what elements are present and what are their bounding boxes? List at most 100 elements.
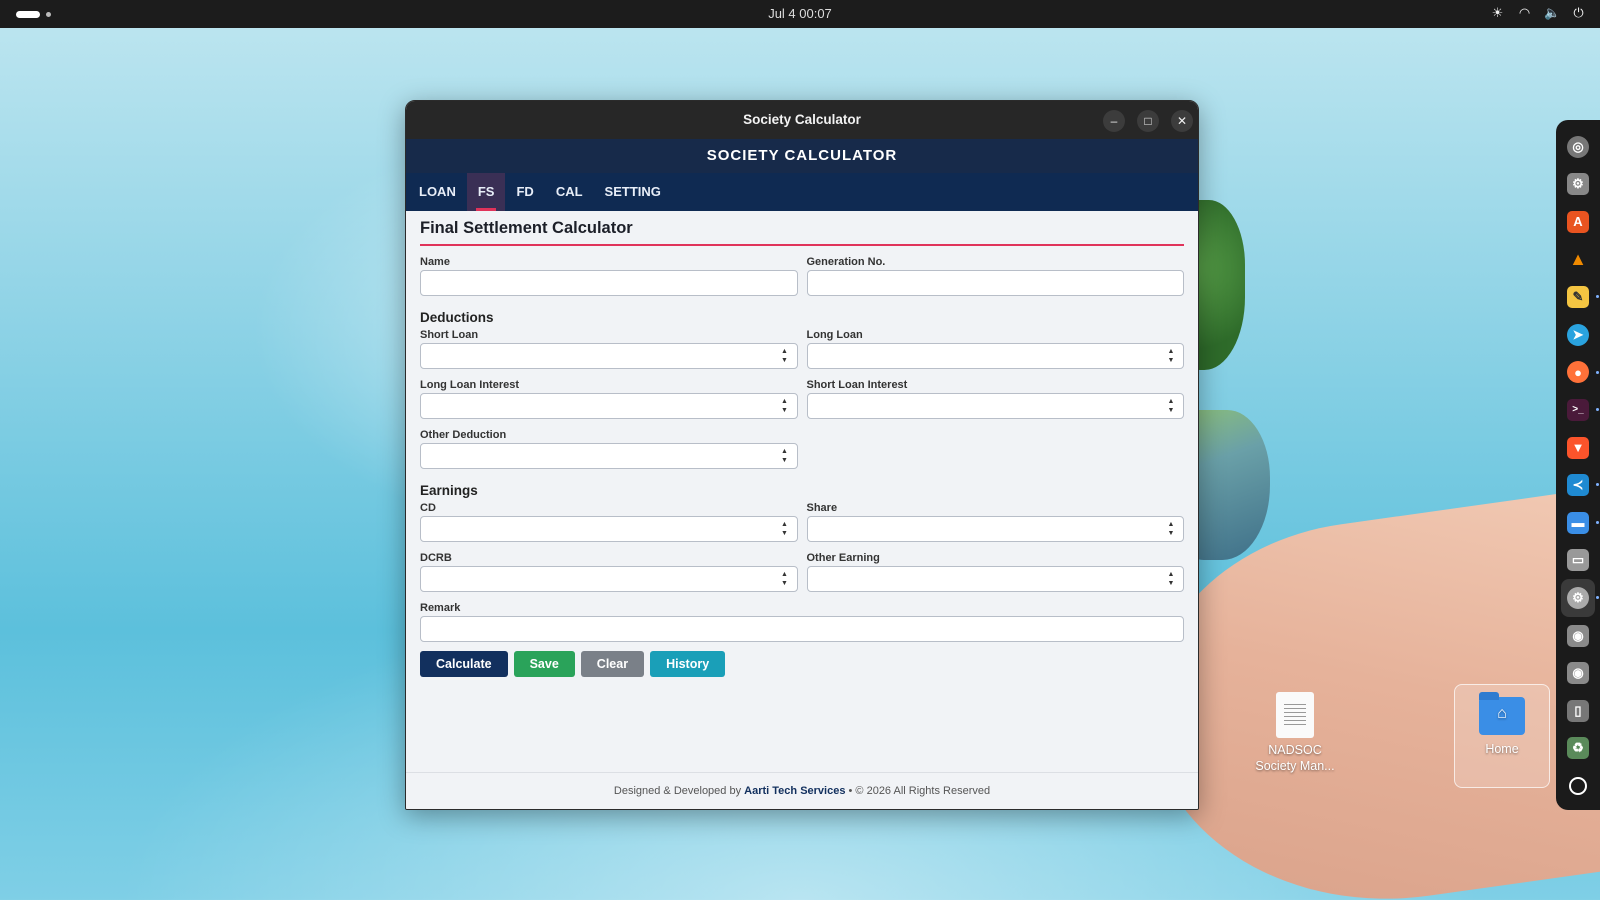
- dock-vlc[interactable]: ▲: [1561, 241, 1595, 279]
- tab-loan[interactable]: LOAN: [408, 173, 467, 211]
- other-earning-field[interactable]: ▲ ▼: [806, 566, 1184, 592]
- running-indicator: [1596, 408, 1599, 412]
- row-other-deduction: Other Deduction ▲ ▼: [420, 419, 1184, 469]
- tab-setting[interactable]: SETTING: [594, 173, 672, 211]
- row-dcrb-other: DCRB ▲ ▼ Other Earning ▲ ▼: [420, 542, 1184, 592]
- long-loan-interest-label: Long Loan Interest: [420, 379, 519, 391]
- dock-disk[interactable]: ▭: [1561, 542, 1595, 580]
- calculate-button[interactable]: Calculate: [420, 651, 508, 677]
- close-icon: ✕: [1176, 114, 1188, 128]
- spinner-icon[interactable]: ▲ ▼: [780, 448, 790, 465]
- top-bar: Jul 4 00:07 ☀ ◠ 🔈 ⏻: [0, 0, 1600, 28]
- power-icon[interactable]: ⏻: [1571, 5, 1586, 21]
- remark-label: Remark: [420, 602, 461, 614]
- history-button[interactable]: History: [650, 651, 726, 677]
- drive-icon: ◉: [1567, 662, 1589, 685]
- other-deduction-label: Other Deduction: [420, 429, 507, 441]
- tab-bar: LOAN FS FD CAL SETTING: [406, 173, 1198, 211]
- other-earning-label: Other Earning: [806, 552, 880, 564]
- dock-terminal[interactable]: >_: [1561, 391, 1599, 429]
- footer-prefix: Designed & Developed by: [613, 785, 742, 797]
- close-button[interactable]: ✕: [1171, 110, 1193, 132]
- drive-icon: ◉: [1567, 624, 1589, 647]
- desktop-file-nadsoc[interactable]: NADSOC Society Man...: [1247, 692, 1343, 774]
- spinner-icon[interactable]: ▲ ▼: [1166, 398, 1176, 415]
- dock-text-editor[interactable]: ✎: [1561, 278, 1599, 316]
- minimize-icon: –: [1110, 114, 1118, 128]
- short-loan-interest-field[interactable]: ▲ ▼: [806, 393, 1184, 419]
- dock-drive-2[interactable]: ◉: [1561, 654, 1595, 692]
- spinner-icon[interactable]: ▲ ▼: [780, 398, 790, 415]
- dock-settings[interactable]: ⚙: [1561, 166, 1595, 204]
- row-loans: Short Loan ▲ ▼ Long Loan ▲ ▼: [420, 319, 1184, 369]
- terminal-icon: >_: [1567, 398, 1589, 421]
- row-name: Name Generation No.: [420, 246, 1184, 296]
- generation-label: Generation No.: [806, 256, 886, 268]
- short-loan-field[interactable]: ▲ ▼: [420, 343, 798, 369]
- window-titlebar[interactable]: Society Calculator – □ ✕: [406, 101, 1198, 139]
- dcrb-field[interactable]: ▲ ▼: [420, 566, 798, 592]
- running-indicator: [1596, 295, 1599, 299]
- save-button[interactable]: Save: [513, 651, 575, 677]
- trash-icon: ♻: [1567, 737, 1589, 760]
- app-window: Society Calculator – □ ✕ SOCIETY CALCULA…: [405, 100, 1199, 810]
- action-buttons: Calculate Save Clear History: [420, 651, 1184, 677]
- share-field[interactable]: ▲ ▼: [806, 516, 1184, 542]
- minimize-button[interactable]: –: [1103, 110, 1125, 132]
- brightness-icon[interactable]: ☀: [1490, 5, 1505, 21]
- dock-society-calculator[interactable]: ⚙: [1561, 579, 1599, 617]
- short-loan-interest-label: Short Loan Interest: [806, 379, 908, 391]
- cd-field[interactable]: ▲ ▼: [420, 516, 798, 542]
- wifi-icon[interactable]: ◠: [1517, 5, 1532, 21]
- row-cd-share: CD ▲ ▼ Share ▲ ▼: [420, 492, 1184, 542]
- spinner-icon[interactable]: ▲ ▼: [1166, 521, 1176, 538]
- tab-fd[interactable]: FD: [505, 173, 544, 211]
- other-deduction-field[interactable]: ▲ ▼: [420, 443, 798, 469]
- ubuntu-icon: [1569, 776, 1587, 795]
- footer-company: Aarti Tech Services: [744, 785, 846, 797]
- maximize-icon: □: [1144, 114, 1152, 128]
- desktop-home-folder[interactable]: ⌂ Home: [1454, 684, 1550, 788]
- app-store-icon: A: [1567, 210, 1589, 233]
- text-editor-icon: ✎: [1567, 286, 1589, 309]
- maximize-button[interactable]: □: [1137, 110, 1159, 132]
- dock-chrome[interactable]: ◎: [1561, 128, 1595, 166]
- clock[interactable]: Jul 4 00:07: [0, 6, 1600, 21]
- spinner-icon[interactable]: ▲ ▼: [780, 571, 790, 588]
- desktop-home-label: Home: [1485, 742, 1519, 756]
- vscode-icon: ≺: [1567, 474, 1589, 497]
- brave-icon: ▼: [1567, 436, 1589, 459]
- dock-brave[interactable]: ▼: [1561, 429, 1595, 467]
- dock-drive-1[interactable]: ◉: [1561, 617, 1595, 655]
- disk-icon: ▭: [1567, 549, 1589, 572]
- long-loan-label: Long Loan: [806, 329, 863, 341]
- spinner-icon[interactable]: ▲ ▼: [780, 521, 790, 538]
- dock-usb[interactable]: ▯: [1561, 692, 1595, 730]
- generation-field[interactable]: [806, 270, 1184, 296]
- running-indicator: [1596, 596, 1599, 600]
- dock-firefox[interactable]: ●: [1561, 354, 1599, 392]
- spinner-icon[interactable]: ▲ ▼: [1166, 571, 1176, 588]
- name-field[interactable]: [420, 270, 798, 296]
- long-loan-field[interactable]: ▲ ▼: [806, 343, 1184, 369]
- long-loan-interest-field[interactable]: ▲ ▼: [420, 393, 798, 419]
- firefox-icon: ●: [1567, 361, 1589, 384]
- dock-show-apps[interactable]: [1561, 767, 1595, 805]
- spinner-icon[interactable]: ▲ ▼: [1166, 348, 1176, 365]
- house-icon: ⌂: [1497, 705, 1507, 722]
- running-indicator: [1596, 370, 1599, 374]
- remark-field[interactable]: [420, 616, 1184, 642]
- dock-telegram[interactable]: ➤: [1561, 316, 1595, 354]
- dock-vscode[interactable]: ≺: [1561, 466, 1599, 504]
- system-tray[interactable]: ☀ ◠ 🔈 ⏻: [1490, 5, 1586, 21]
- spinner-icon[interactable]: ▲ ▼: [780, 348, 790, 365]
- dock-trash[interactable]: ♻: [1561, 730, 1595, 768]
- chrome-icon: ◎: [1567, 135, 1589, 158]
- dock-app-store[interactable]: A: [1561, 203, 1595, 241]
- tab-cal[interactable]: CAL: [545, 173, 594, 211]
- dock-files[interactable]: ▬: [1561, 504, 1599, 542]
- tab-fs[interactable]: FS: [466, 173, 506, 211]
- telegram-icon: ➤: [1567, 323, 1589, 346]
- clear-button[interactable]: Clear: [580, 651, 645, 677]
- volume-icon[interactable]: 🔈: [1544, 5, 1560, 21]
